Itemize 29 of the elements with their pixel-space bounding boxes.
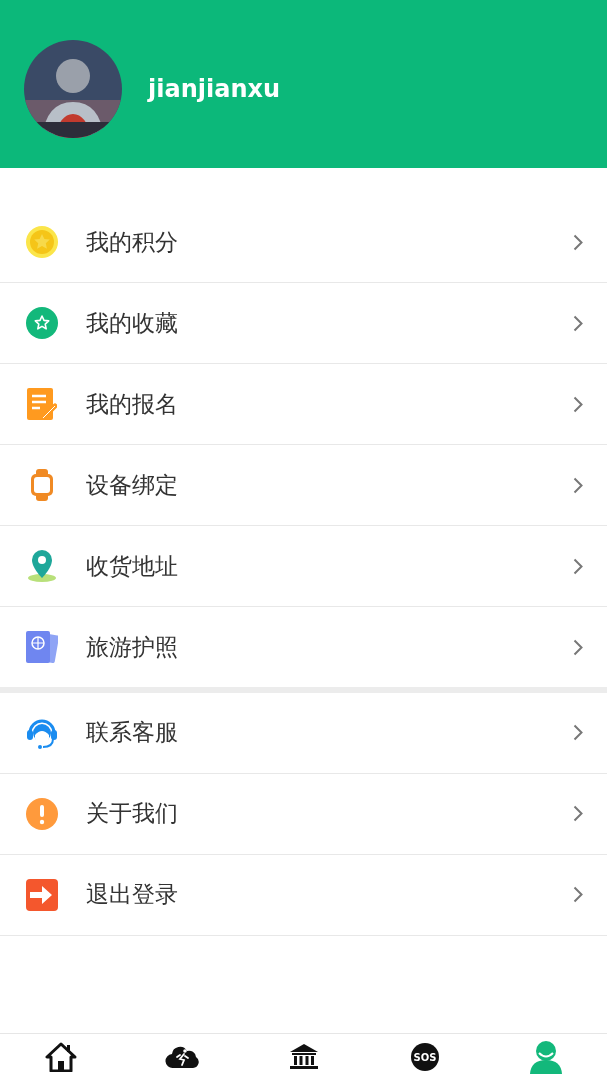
chevron-right-icon bbox=[573, 638, 583, 656]
chevron-right-icon bbox=[573, 805, 583, 822]
menu-item[interactable]: 我的积分 bbox=[0, 202, 607, 283]
watch-icon bbox=[31, 469, 53, 501]
menu-item[interactable]: 关于我们 bbox=[0, 773, 607, 855]
chevron-right-icon bbox=[573, 233, 583, 251]
menu-item[interactable]: 我的报名 bbox=[0, 364, 607, 445]
chevron-right-icon bbox=[573, 724, 583, 741]
cloud-runner-icon[interactable] bbox=[165, 1045, 200, 1069]
chevron-right-icon bbox=[573, 395, 583, 413]
menu-item[interactable]: 设备绑定 bbox=[0, 445, 607, 526]
home-icon[interactable] bbox=[44, 1042, 77, 1072]
menu-item[interactable]: 退出登录 bbox=[0, 854, 607, 936]
menu-item[interactable]: 我的收藏 bbox=[0, 283, 607, 364]
username: jianjianxu bbox=[148, 75, 281, 103]
museum-icon[interactable] bbox=[288, 1044, 319, 1070]
user-icon[interactable] bbox=[530, 1040, 563, 1074]
menu-item[interactable]: 收货地址 bbox=[0, 526, 607, 607]
location-pin-icon bbox=[27, 550, 57, 582]
chevron-right-icon bbox=[573, 314, 583, 332]
exclamation-icon bbox=[26, 797, 58, 830]
chevron-right-icon bbox=[573, 557, 583, 575]
form-edit-icon bbox=[27, 388, 57, 420]
chevron-right-icon bbox=[573, 886, 583, 903]
sos-tab[interactable]: SOS bbox=[410, 1043, 439, 1071]
passport-icon bbox=[26, 631, 58, 663]
chevron-right-icon bbox=[573, 476, 583, 494]
menu-item[interactable]: 联系客服 bbox=[0, 692, 607, 774]
coin-icon bbox=[26, 226, 58, 258]
